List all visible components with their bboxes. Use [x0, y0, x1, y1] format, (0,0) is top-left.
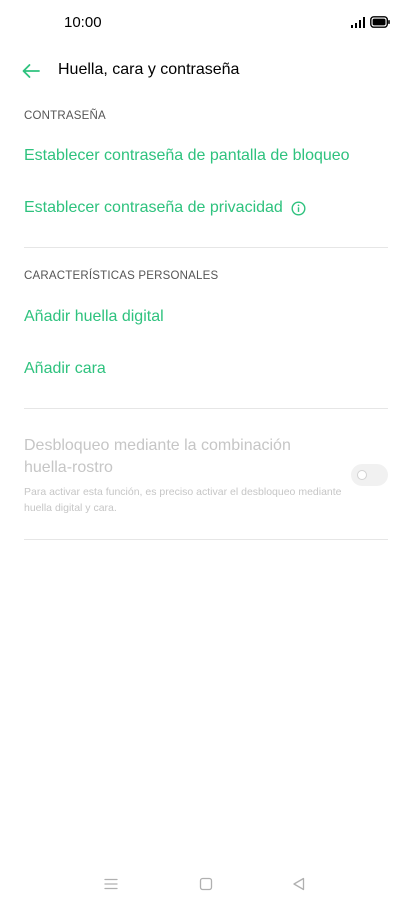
menu-icon[interactable]: [102, 875, 120, 893]
set-lock-screen-password-label: Establecer contraseña de pantalla de blo…: [24, 147, 350, 164]
info-icon[interactable]: [291, 200, 306, 216]
back-arrow-icon[interactable]: [20, 60, 42, 82]
section-header-password: CONTRASEÑA: [24, 110, 106, 122]
combo-unlock-description: Para activar esta función, es preciso ac…: [24, 486, 342, 514]
add-face-label: Añadir cara: [24, 360, 106, 377]
add-face-item[interactable]: Añadir cara: [24, 360, 106, 378]
navigation-bar: [0, 866, 412, 902]
toggle-knob: [357, 470, 367, 480]
back-icon[interactable]: [290, 875, 308, 893]
combo-unlock-toggle[interactable]: [351, 464, 388, 486]
section-header-personal: CARACTERÍSTICAS PERSONALES: [24, 270, 219, 282]
page-title: Huella, cara y contraseña: [58, 61, 240, 78]
divider: [24, 247, 388, 248]
combo-unlock-title: Desbloqueo mediante la combinación huell…: [24, 437, 291, 476]
app-header: Huella, cara y contraseña: [0, 50, 412, 92]
divider: [24, 539, 388, 540]
add-fingerprint-item[interactable]: Añadir huella digital: [24, 308, 164, 326]
status-time: 10:00: [64, 14, 102, 31]
set-privacy-password-label: Establecer contraseña de privacidad: [24, 199, 283, 216]
battery-icon: [370, 16, 390, 28]
add-fingerprint-label: Añadir huella digital: [24, 308, 164, 325]
status-bar: 10:00: [0, 0, 412, 46]
signal-icon: [351, 17, 365, 28]
set-lock-screen-password-item[interactable]: Establecer contraseña de pantalla de blo…: [24, 147, 350, 165]
home-icon[interactable]: [197, 875, 215, 893]
set-privacy-password-item[interactable]: Establecer contraseña de privacidad: [24, 199, 306, 217]
divider: [24, 408, 388, 409]
